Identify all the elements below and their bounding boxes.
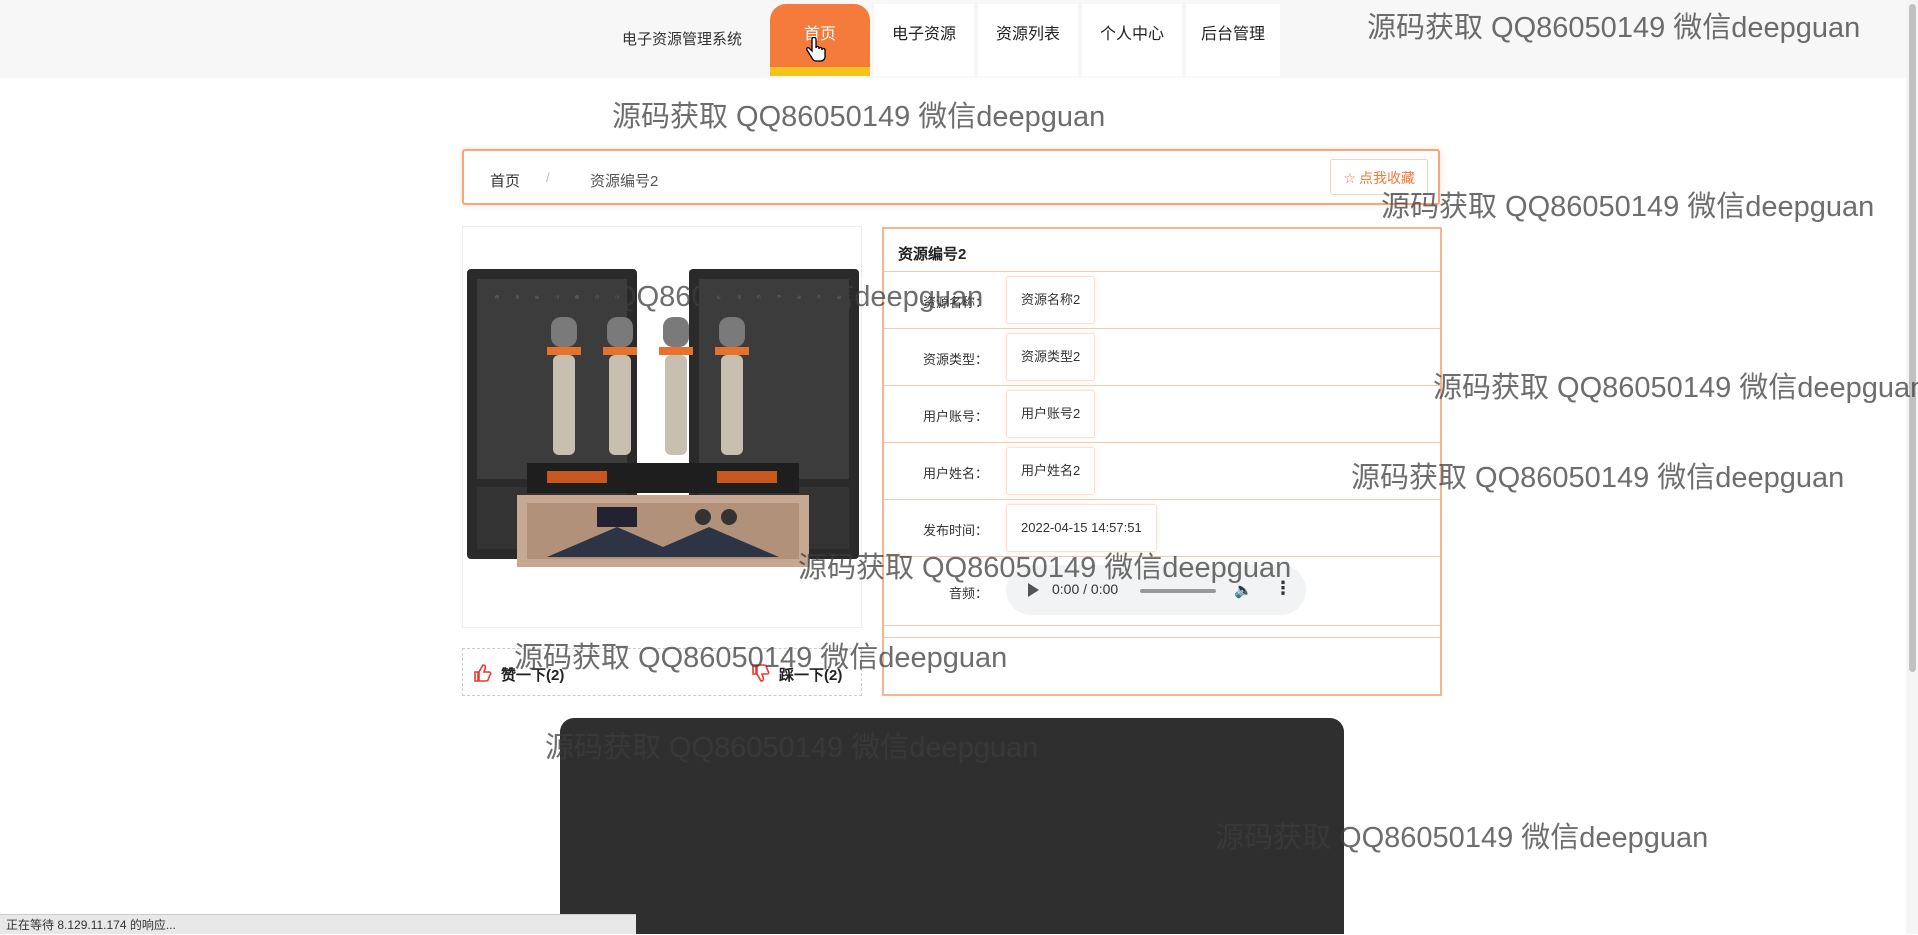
field-value: 资源类型2 — [1006, 333, 1096, 381]
field-label: 发布时间： — [922, 523, 988, 538]
field-label: 资源名称： — [922, 295, 988, 310]
dark-overlay-panel — [560, 718, 1344, 934]
detail-title: 资源编号2 — [898, 246, 967, 263]
star-icon: ☆ — [1343, 170, 1356, 186]
site-brand[interactable]: 电子资源管理系统 — [622, 28, 742, 49]
detail-row-empty — [884, 637, 1440, 695]
resource-detail-panel: 资源编号2 资源名称： 资源名称2 资源类型： 资源类型2 用户账号： 用户账号… — [882, 227, 1442, 696]
detail-row-user-name: 用户姓名： 用户姓名2 — [884, 442, 1440, 499]
play-icon[interactable] — [1028, 583, 1039, 597]
detail-row-resource-type: 资源类型： 资源类型2 — [884, 328, 1440, 385]
detail-row-publish-time: 发布时间： 2022-04-15 14:57:51 — [884, 499, 1440, 556]
nav-admin[interactable]: 后台管理 — [1186, 4, 1280, 76]
field-label: 用户姓名： — [922, 466, 988, 481]
more-vert-icon[interactable]: ⋮ — [1274, 578, 1292, 599]
field-label: 用户账号： — [922, 409, 988, 424]
browser-status-bar: 正在等待 8.129.11.174 的响应... — [0, 914, 636, 934]
cursor-hand-icon — [806, 37, 826, 62]
field-value: 资源名称2 — [1006, 276, 1096, 324]
nav-personal-center[interactable]: 个人中心 — [1082, 4, 1182, 76]
volume-icon[interactable]: 🔈 — [1234, 581, 1253, 599]
dislike-button[interactable]: 踩一下(2) — [751, 663, 842, 685]
breadcrumb: 首页 / 资源编号2 ☆ 点我收藏 — [462, 149, 1440, 205]
thumbs-up-icon — [474, 664, 492, 682]
field-label: 资源类型： — [922, 352, 988, 367]
top-nav: 电子资源管理系统 首页 电子资源 资源列表 个人中心 后台管理 — [0, 0, 1918, 78]
detail-row-user-account: 用户账号： 用户账号2 — [884, 385, 1440, 442]
field-value: 用户姓名2 — [1006, 447, 1096, 495]
field-value: 2022-04-15 14:57:51 — [1006, 504, 1157, 552]
like-button[interactable]: 赞一下(2) — [473, 663, 564, 685]
field-label: 音频： — [948, 586, 988, 601]
nav-resource-list[interactable]: 资源列表 — [978, 4, 1078, 76]
breadcrumb-home[interactable]: 首页 — [490, 170, 520, 191]
field-value: 用户账号2 — [1006, 390, 1096, 438]
audio-player[interactable]: 0:00 / 0:00 🔈 ⋮ — [1006, 565, 1306, 615]
favorite-button[interactable]: ☆ 点我收藏 — [1330, 159, 1428, 195]
detail-row-resource-name: 资源名称： 资源名称2 — [884, 271, 1440, 328]
audio-equipment-image — [467, 269, 859, 567]
favorite-label: 点我收藏 — [1359, 170, 1415, 186]
watermark: 源码获取 QQ86050149 微信deepguan — [1433, 372, 1918, 404]
dislike-label: 踩一下(2) — [779, 667, 843, 684]
nav-e-resources[interactable]: 电子资源 — [874, 4, 974, 76]
detail-row-audio: 音频： 0:00 / 0:00 🔈 ⋮ — [884, 556, 1440, 625]
resource-image — [462, 226, 862, 628]
like-label: 赞一下(2) — [501, 667, 565, 684]
audio-time: 0:00 / 0:00 — [1052, 581, 1119, 597]
scrollbar-thumb[interactable] — [1909, 4, 1916, 672]
watermark: 源码获取 QQ86050149 微信deepguan — [1381, 191, 1875, 223]
page-scrollbar[interactable] — [1906, 0, 1918, 934]
thumbs-down-icon — [752, 664, 770, 682]
audio-seek-bar[interactable] — [1140, 589, 1216, 593]
vote-area: 赞一下(2) 踩一下(2) — [462, 648, 862, 696]
breadcrumb-current: 资源编号2 — [590, 173, 659, 190]
breadcrumb-separator: / — [546, 170, 550, 185]
watermark: 源码获取 QQ86050149 微信deepguan — [612, 101, 1106, 133]
